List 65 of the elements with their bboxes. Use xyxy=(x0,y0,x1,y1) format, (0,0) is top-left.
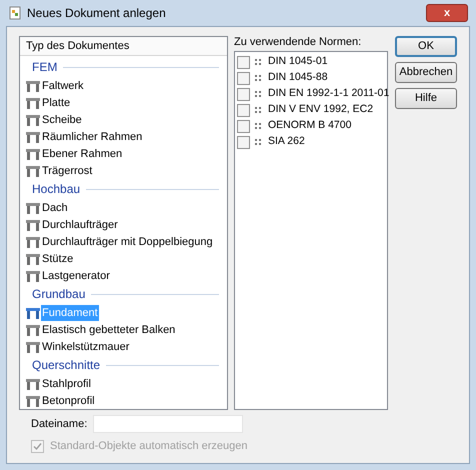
list-item[interactable]: Faltwerk xyxy=(41,78,85,94)
dialog-button[interactable]: Abbrechen xyxy=(395,62,457,83)
structure-icon xyxy=(25,78,41,92)
tick-icon xyxy=(33,442,42,451)
list-item[interactable]: Räumlicher Rahmen xyxy=(41,128,144,144)
checkbox[interactable] xyxy=(237,120,250,132)
structure-icon xyxy=(25,322,41,336)
list-item[interactable]: Elastisch gebetteter Balken xyxy=(41,322,176,338)
window-title: Neues Dokument anlegen xyxy=(27,5,166,22)
structure-icon xyxy=(25,96,41,110)
dialog-button[interactable]: Hilfe xyxy=(395,88,457,109)
filename-field[interactable] xyxy=(93,415,244,433)
document-icon xyxy=(8,6,22,20)
checkbox[interactable] xyxy=(237,88,250,100)
list-item[interactable]: Winkelstützmauer xyxy=(41,338,130,354)
list-item[interactable]: Ebener Rahmen xyxy=(41,146,124,162)
structure-icon xyxy=(25,394,41,408)
list-item[interactable]: Platte xyxy=(41,94,72,110)
list-item[interactable]: Dach xyxy=(41,200,69,216)
checkbox[interactable] xyxy=(237,72,250,84)
list-item[interactable]: Durchlaufträger mit Doppelbiegung xyxy=(41,234,214,250)
column-header: Typ des Dokumentes xyxy=(20,37,227,56)
structure-icon xyxy=(25,252,41,266)
filename-label: Dateiname: xyxy=(31,416,88,432)
list-item[interactable]: Scheibe xyxy=(41,112,83,128)
norm-label: DIN 1045-88 xyxy=(268,70,328,86)
group-heading: Grundbau xyxy=(32,286,86,303)
structure-icon xyxy=(25,146,41,160)
structure-icon xyxy=(25,130,41,144)
dots-icon xyxy=(254,106,262,114)
list-item[interactable]: Stahlprofil xyxy=(41,376,92,392)
dots-icon xyxy=(254,90,262,98)
close-button[interactable]: x xyxy=(426,4,468,22)
norm-label: OENORM B 4700 xyxy=(268,118,352,134)
checkbox[interactable] xyxy=(237,56,250,68)
list-item[interactable]: Durchlaufträger xyxy=(41,216,119,232)
norm-label: SIA 262 xyxy=(268,134,305,150)
dots-icon xyxy=(254,122,262,130)
norm-label: DIN V ENV 1992, EC2 xyxy=(268,102,374,118)
structure-icon xyxy=(25,200,41,214)
structure-icon xyxy=(25,218,41,232)
dots-icon xyxy=(254,58,262,66)
checkbox[interactable] xyxy=(237,104,250,116)
checkbox-label: Standard-Objekte automatisch erzeugen xyxy=(50,439,248,454)
structure-icon xyxy=(25,340,41,354)
structure-icon xyxy=(25,164,41,178)
structure-icon xyxy=(25,112,41,126)
group-heading: FEM xyxy=(32,59,58,76)
dialog-button[interactable]: OK xyxy=(395,36,457,57)
list-item[interactable]: Betonprofil xyxy=(41,392,96,408)
checkbox[interactable] xyxy=(237,136,250,148)
structure-icon xyxy=(25,268,41,282)
dots-icon xyxy=(254,138,262,146)
list-item[interactable]: Stütze xyxy=(41,250,74,266)
norm-label: DIN 1045-01 xyxy=(268,54,328,70)
list-item[interactable]: Lastgenerator xyxy=(41,268,111,284)
group-heading: Querschnitte xyxy=(32,357,100,374)
norms-label: Zu verwendende Normen: xyxy=(234,36,362,50)
norm-label: DIN EN 1992-1-1 2011-01 xyxy=(268,86,390,102)
group-heading: Hochbau xyxy=(32,181,80,198)
dots-icon xyxy=(254,74,262,82)
structure-icon xyxy=(25,234,41,248)
list-item[interactable]: Trägerrost xyxy=(41,162,94,178)
structure-icon xyxy=(25,306,41,320)
structure-icon xyxy=(25,376,41,390)
